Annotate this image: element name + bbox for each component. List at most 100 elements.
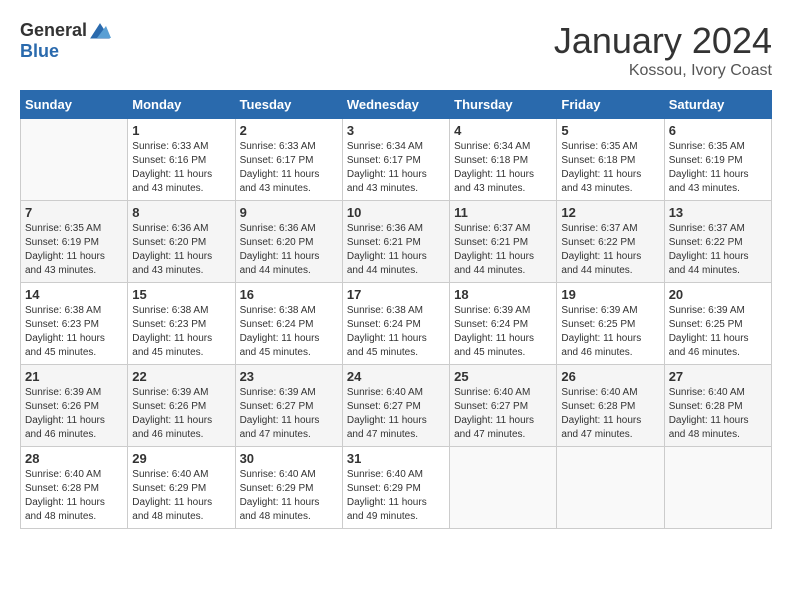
table-row: 30Sunrise: 6:40 AMSunset: 6:29 PMDayligh… bbox=[235, 447, 342, 529]
day-number: 12 bbox=[561, 205, 659, 220]
day-number: 3 bbox=[347, 123, 445, 138]
day-info: Sunrise: 6:37 AMSunset: 6:21 PMDaylight:… bbox=[454, 222, 552, 278]
day-info: Sunrise: 6:35 AMSunset: 6:19 PMDaylight:… bbox=[669, 140, 767, 196]
day-number: 29 bbox=[132, 451, 230, 466]
day-number: 18 bbox=[454, 287, 552, 302]
table-row: 21 Sunrise: 6:39 AMSunset: 6:26 PMDayligh… bbox=[21, 365, 128, 447]
day-number: 20 bbox=[669, 287, 767, 302]
calendar-week-row: 28Sunrise: 6:40 AMSunset: 6:28 PMDayligh… bbox=[21, 447, 772, 529]
table-row: 10Sunrise: 6:36 AMSunset: 6:21 PMDayligh… bbox=[342, 201, 449, 283]
day-number: 28 bbox=[25, 451, 123, 466]
day-number: 23 bbox=[240, 369, 338, 384]
day-number: 10 bbox=[347, 205, 445, 220]
calendar-table: Sunday Monday Tuesday Wednesday Thursday… bbox=[20, 90, 772, 529]
day-number: 5 bbox=[561, 123, 659, 138]
day-info: Sunrise: 6:35 AMSunset: 6:18 PMDaylight:… bbox=[561, 140, 659, 196]
table-row bbox=[450, 447, 557, 529]
table-row: 20 Sunrise: 6:39 AMSunset: 6:25 PMDayligh… bbox=[664, 283, 771, 365]
day-number: 24 bbox=[347, 369, 445, 384]
day-number: 19 bbox=[561, 287, 659, 302]
table-row: 1 Sunrise: 6:33 AMSunset: 6:16 PMDaylight… bbox=[128, 119, 235, 201]
day-number: 22 bbox=[132, 369, 230, 384]
logo: General Blue bbox=[20, 20, 111, 62]
day-info: Sunrise: 6:39 AMSunset: 6:26 PMDaylight:… bbox=[25, 386, 123, 442]
header-sunday: Sunday bbox=[21, 91, 128, 119]
table-row: 24 Sunrise: 6:40 AMSunset: 6:27 PMDayligh… bbox=[342, 365, 449, 447]
day-number: 2 bbox=[240, 123, 338, 138]
table-row: 17 Sunrise: 6:38 AMSunset: 6:24 PMDayligh… bbox=[342, 283, 449, 365]
day-number: 31 bbox=[347, 451, 445, 466]
weekday-header-row: Sunday Monday Tuesday Wednesday Thursday… bbox=[21, 91, 772, 119]
table-row: 31Sunrise: 6:40 AMSunset: 6:29 PMDayligh… bbox=[342, 447, 449, 529]
table-row: 7 Sunrise: 6:35 AMSunset: 6:19 PMDaylight… bbox=[21, 201, 128, 283]
table-row: 11 Sunrise: 6:37 AMSunset: 6:21 PMDayligh… bbox=[450, 201, 557, 283]
day-number: 15 bbox=[132, 287, 230, 302]
day-number: 11 bbox=[454, 205, 552, 220]
day-number: 26 bbox=[561, 369, 659, 384]
logo-general: General bbox=[20, 20, 87, 41]
day-info: Sunrise: 6:33 AMSunset: 6:17 PMDaylight:… bbox=[240, 140, 338, 196]
table-row: 6 Sunrise: 6:35 AMSunset: 6:19 PMDaylight… bbox=[664, 119, 771, 201]
day-number: 30 bbox=[240, 451, 338, 466]
table-row: 26Sunrise: 6:40 AMSunset: 6:28 PMDayligh… bbox=[557, 365, 664, 447]
day-info: Sunrise: 6:40 AMSunset: 6:29 PMDaylight:… bbox=[132, 468, 230, 524]
table-row: 18 Sunrise: 6:39 AMSunset: 6:24 PMDayligh… bbox=[450, 283, 557, 365]
header-wednesday: Wednesday bbox=[342, 91, 449, 119]
day-number: 1 bbox=[132, 123, 230, 138]
table-row bbox=[664, 447, 771, 529]
calendar-week-row: 21 Sunrise: 6:39 AMSunset: 6:26 PMDayligh… bbox=[21, 365, 772, 447]
day-info: Sunrise: 6:38 AMSunset: 6:24 PMDaylight:… bbox=[240, 304, 338, 360]
day-number: 17 bbox=[347, 287, 445, 302]
day-info: Sunrise: 6:39 AMSunset: 6:25 PMDaylight:… bbox=[669, 304, 767, 360]
day-number: 9 bbox=[240, 205, 338, 220]
day-info: Sunrise: 6:40 AMSunset: 6:28 PMDaylight:… bbox=[669, 386, 767, 442]
table-row: 19 Sunrise: 6:39 AMSunset: 6:25 PMDayligh… bbox=[557, 283, 664, 365]
day-number: 6 bbox=[669, 123, 767, 138]
header-tuesday: Tuesday bbox=[235, 91, 342, 119]
day-number: 14 bbox=[25, 287, 123, 302]
day-info: Sunrise: 6:35 AMSunset: 6:19 PMDaylight:… bbox=[25, 222, 123, 278]
day-info: Sunrise: 6:34 AMSunset: 6:17 PMDaylight:… bbox=[347, 140, 445, 196]
table-row: 5 Sunrise: 6:35 AMSunset: 6:18 PMDaylight… bbox=[557, 119, 664, 201]
page-header: General Blue January 2024 Kossou, Ivory … bbox=[20, 20, 772, 80]
day-info: Sunrise: 6:38 AMSunset: 6:24 PMDaylight:… bbox=[347, 304, 445, 360]
day-info: Sunrise: 6:39 AMSunset: 6:24 PMDaylight:… bbox=[454, 304, 552, 360]
title-block: January 2024 Kossou, Ivory Coast bbox=[554, 20, 772, 80]
day-info: Sunrise: 6:39 AMSunset: 6:25 PMDaylight:… bbox=[561, 304, 659, 360]
table-row: 13 Sunrise: 6:37 AMSunset: 6:22 PMDayligh… bbox=[664, 201, 771, 283]
table-row: 29 Sunrise: 6:40 AMSunset: 6:29 PMDayligh… bbox=[128, 447, 235, 529]
day-number: 16 bbox=[240, 287, 338, 302]
day-info: Sunrise: 6:38 AMSunset: 6:23 PMDaylight:… bbox=[25, 304, 123, 360]
day-info: Sunrise: 6:33 AMSunset: 6:16 PMDaylight:… bbox=[132, 140, 230, 196]
table-row: 2 Sunrise: 6:33 AMSunset: 6:17 PMDaylight… bbox=[235, 119, 342, 201]
table-row: 27 Sunrise: 6:40 AMSunset: 6:28 PMDayligh… bbox=[664, 365, 771, 447]
table-row: 8Sunrise: 6:36 AMSunset: 6:20 PMDaylight… bbox=[128, 201, 235, 283]
day-info: Sunrise: 6:34 AMSunset: 6:18 PMDaylight:… bbox=[454, 140, 552, 196]
day-info: Sunrise: 6:39 AMSunset: 6:27 PMDaylight:… bbox=[240, 386, 338, 442]
table-row: 22Sunrise: 6:39 AMSunset: 6:26 PMDayligh… bbox=[128, 365, 235, 447]
day-info: Sunrise: 6:37 AMSunset: 6:22 PMDaylight:… bbox=[561, 222, 659, 278]
day-info: Sunrise: 6:37 AMSunset: 6:22 PMDaylight:… bbox=[669, 222, 767, 278]
table-row: 28Sunrise: 6:40 AMSunset: 6:28 PMDayligh… bbox=[21, 447, 128, 529]
calendar-week-row: 14 Sunrise: 6:38 AMSunset: 6:23 PMDayligh… bbox=[21, 283, 772, 365]
calendar-week-row: 1 Sunrise: 6:33 AMSunset: 6:16 PMDaylight… bbox=[21, 119, 772, 201]
header-friday: Friday bbox=[557, 91, 664, 119]
day-number: 7 bbox=[25, 205, 123, 220]
table-row: 4Sunrise: 6:34 AMSunset: 6:18 PMDaylight… bbox=[450, 119, 557, 201]
day-info: Sunrise: 6:38 AMSunset: 6:23 PMDaylight:… bbox=[132, 304, 230, 360]
logo-icon bbox=[89, 22, 111, 40]
day-number: 27 bbox=[669, 369, 767, 384]
table-row bbox=[21, 119, 128, 201]
day-number: 13 bbox=[669, 205, 767, 220]
calendar-week-row: 7 Sunrise: 6:35 AMSunset: 6:19 PMDaylight… bbox=[21, 201, 772, 283]
day-info: Sunrise: 6:40 AMSunset: 6:27 PMDaylight:… bbox=[454, 386, 552, 442]
table-row: 9Sunrise: 6:36 AMSunset: 6:20 PMDaylight… bbox=[235, 201, 342, 283]
table-row: 16 Sunrise: 6:38 AMSunset: 6:24 PMDayligh… bbox=[235, 283, 342, 365]
day-number: 21 bbox=[25, 369, 123, 384]
table-row: 23 Sunrise: 6:39 AMSunset: 6:27 PMDayligh… bbox=[235, 365, 342, 447]
month-title: January 2024 bbox=[554, 20, 772, 62]
table-row: 12 Sunrise: 6:37 AMSunset: 6:22 PMDayligh… bbox=[557, 201, 664, 283]
day-number: 25 bbox=[454, 369, 552, 384]
header-monday: Monday bbox=[128, 91, 235, 119]
day-info: Sunrise: 6:40 AMSunset: 6:27 PMDaylight:… bbox=[347, 386, 445, 442]
